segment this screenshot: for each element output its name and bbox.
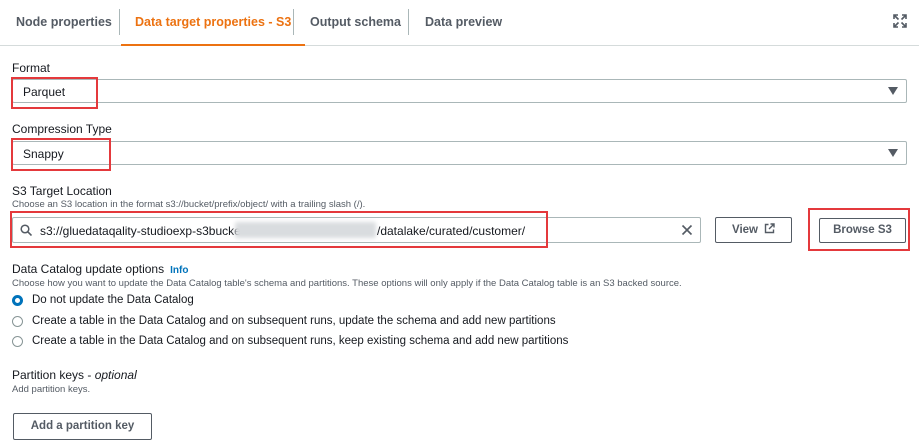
format-label: Format xyxy=(12,61,51,75)
partition-keys-title: Partition keys - xyxy=(12,368,95,382)
data-catalog-options-hint: Choose how you want to update the Data C… xyxy=(12,278,682,289)
compression-type-select[interactable]: Snappy xyxy=(12,141,907,165)
format-select[interactable]: Parquet xyxy=(12,79,907,103)
search-icon xyxy=(20,224,32,236)
caret-down-icon xyxy=(888,149,898,157)
data-catalog-options-title: Data Catalog update options xyxy=(12,262,165,276)
tab-divider xyxy=(119,9,120,35)
radio-button[interactable] xyxy=(12,316,23,327)
redacted-text xyxy=(235,222,376,238)
s3-target-location-hint: Choose an S3 location in the format s3:/… xyxy=(12,199,366,210)
caret-down-icon xyxy=(888,87,898,95)
tab-node-properties[interactable]: Node properties xyxy=(16,0,112,45)
tab-divider xyxy=(408,9,409,35)
tab-output-schema[interactable]: Output schema xyxy=(310,0,401,45)
external-link-icon xyxy=(764,223,775,234)
radio-button[interactable] xyxy=(12,336,23,347)
tab-divider xyxy=(293,9,294,35)
radio-button-selected[interactable] xyxy=(12,295,23,306)
info-link[interactable]: Info xyxy=(170,265,188,276)
expand-icon[interactable] xyxy=(893,14,907,28)
view-button[interactable]: View xyxy=(715,217,792,243)
add-partition-key-button[interactable]: Add a partition key xyxy=(13,413,152,440)
clear-icon[interactable] xyxy=(681,224,693,236)
s3-location-value-suffix: /datalake/curated/customer/ xyxy=(377,224,526,238)
compression-type-label: Compression Type xyxy=(12,122,112,136)
s3-location-input[interactable]: s3://gluedataqality-studioexp-s3bucke /d… xyxy=(12,217,701,243)
s3-location-value-prefix: s3://gluedataqality-studioexp-s3bucke xyxy=(40,224,241,238)
tab-data-preview[interactable]: Data preview xyxy=(425,0,502,45)
radio-option-label: Create a table in the Data Catalog and o… xyxy=(32,335,569,347)
browse-s3-button[interactable]: Browse S3 xyxy=(819,218,906,243)
tab-bar: Node properties Data target properties -… xyxy=(0,0,919,46)
radio-option-label: Do not update the Data Catalog xyxy=(32,294,194,306)
s3-target-location-label: S3 Target Location xyxy=(12,184,112,198)
data-catalog-options-label: Data Catalog update options Info xyxy=(12,262,188,276)
view-button-label: View xyxy=(732,224,758,236)
compression-type-value: Snappy xyxy=(23,147,64,161)
radio-option-label: Create a table in the Data Catalog and o… xyxy=(32,315,556,327)
format-value: Parquet xyxy=(23,85,66,99)
partition-keys-hint: Add partition keys. xyxy=(12,384,91,395)
partition-keys-label: Partition keys - optional xyxy=(12,368,137,382)
tab-data-target-properties[interactable]: Data target properties - S3 xyxy=(120,0,306,46)
optional-tag: optional xyxy=(94,368,137,382)
